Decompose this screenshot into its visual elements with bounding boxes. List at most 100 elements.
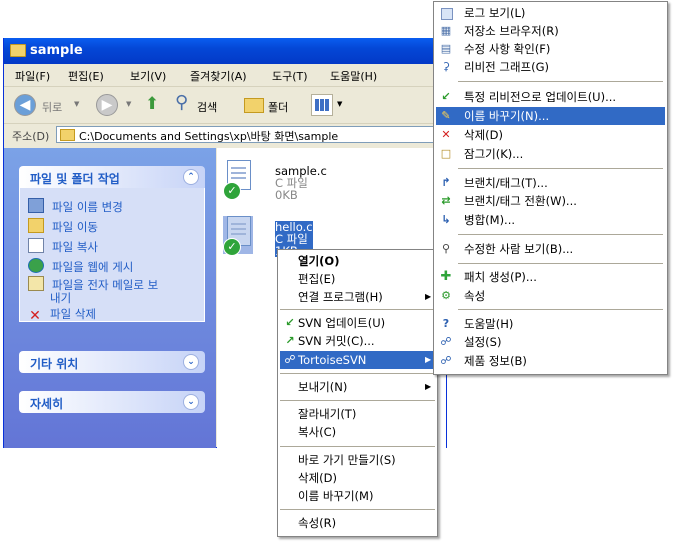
menu-file[interactable]: 파일(F) [15,68,50,84]
search-icon[interactable]: ⚲ [175,92,188,113]
menu-send-to[interactable]: 보내기(N) ▶ [280,378,435,396]
submenu-arrow-icon: ▶ [425,355,432,364]
rename-icon: ✎ [441,109,451,122]
move-icon [28,218,44,233]
lock-icon: □ [440,147,452,160]
c-file-icon[interactable]: ✓ [223,160,253,200]
menu-svn-commit[interactable]: ↗ SVN 커밋(C)... [280,332,435,350]
menu-repo-browser[interactable]: ▦ 저장소 브라우저(R) [436,22,665,40]
address-field[interactable]: C:\Documents and Settings\xp\바탕 화면\sampl… [56,126,442,143]
log-icon [441,8,453,20]
menu-svn-update[interactable]: ↙ SVN 업데이트(U) [280,314,435,332]
tasks-title: 파일 및 폴더 작업 [30,172,120,186]
expand-icon[interactable]: ⌄ [183,354,199,370]
task-email[interactable]: 파일을 전자 메일로 보 내기 [28,276,158,305]
up-folder-icon[interactable]: ⬆ [145,94,159,114]
menu-copy[interactable]: 복사(C) [280,423,435,441]
tasks-list: 파일 이름 변경 파일 이동 파일 복사 파일을 웹에 게시 파일을 전자 메일… [19,188,205,323]
help-icon: ? [442,317,450,330]
details-header[interactable]: 자세히 ⌄ [19,391,205,413]
switch-icon: ⇄ [441,194,451,207]
menu-favorites[interactable]: 즐겨찾기(A) [190,68,247,84]
file-size: 0KB [275,188,298,202]
views-dropdown-icon[interactable]: ▼ [337,100,342,108]
menu-tools[interactable]: 도구(T) [272,68,308,84]
other-places-title: 기타 위치 [30,357,79,371]
delete-icon: ✕ [29,308,41,324]
folder-icon [10,44,26,57]
menu-bar: 파일(F) 편집(E) 보기(V) 즐겨찾기(A) 도구(T) 도움말(H) [4,64,446,87]
window-title: sample [30,43,83,58]
menu-edit[interactable]: 편집(E) [68,68,104,84]
menu-settings[interactable]: ☍ 설정(S) [436,333,665,351]
menu-rename[interactable]: ✎ 이름 바꾸기(N)... [436,107,665,125]
other-places-header[interactable]: 기타 위치 ⌄ [19,351,205,373]
copy-icon [28,238,44,253]
task-copy[interactable]: 파일 복사 [28,238,98,255]
rename-icon [28,198,44,213]
task-rename[interactable]: 파일 이름 변경 [28,198,123,215]
menu-revision-graph[interactable]: ⚳ 리비전 그래프(G) [436,58,665,76]
delete-icon: ✕ [441,128,451,141]
menu-update-to-revision[interactable]: ↙ 특정 리비전으로 업데이트(U)... [436,88,665,106]
repo-browser-icon: ▦ [440,24,452,37]
address-value[interactable]: C:\Documents and Settings\xp\바탕 화면\sampl… [79,128,338,144]
menu-lock[interactable]: □ 잠그기(K)... [436,145,665,163]
context-menu: 열기(O) 편집(E) 연결 프로그램(H) ▶ ↙ SVN 업데이트(U) ↗ SV… [277,249,438,537]
menu-tortoisesvn[interactable]: ☍ TortoiseSVN ▶ [280,351,435,369]
properties-icon: ⚙ [441,289,451,302]
menu-delete[interactable]: 삭제(D) [280,469,435,487]
menu-edit[interactable]: 편집(E) [280,270,435,288]
svn-ok-overlay-icon: ✓ [223,238,241,256]
menu-switch[interactable]: ⇄ 브랜치/태그 전환(W)... [436,192,665,210]
back-dropdown-icon[interactable]: ▼ [74,100,79,108]
back-icon[interactable]: ◀ [14,94,36,116]
menu-open-with[interactable]: 연결 프로그램(H) ▶ [280,288,435,306]
task-move[interactable]: 파일 이동 [28,218,98,235]
forward-icon[interactable]: ▶ [96,94,118,116]
menu-help[interactable]: ? 도움말(H) [436,315,665,333]
menu-properties[interactable]: ⚙ 속성 [436,287,665,305]
menu-open[interactable]: 열기(O) [280,252,435,270]
menu-rename[interactable]: 이름 바꾸기(M) [280,487,435,505]
submenu-arrow-icon: ▶ [425,292,432,301]
task-publish-web[interactable]: 파일을 웹에 게시 [28,258,133,275]
branch-icon: ↱ [441,176,451,189]
menu-show-log[interactable]: 로그 보기(L) [436,4,665,22]
mail-icon [28,276,44,291]
folder-icon [60,129,75,141]
menu-view[interactable]: 보기(V) [130,68,166,84]
update-icon: ↙ [441,90,451,103]
title-bar[interactable]: sample [4,38,446,64]
folders-button[interactable]: 폴더 [268,99,288,115]
c-file-icon[interactable]: ✓ [223,216,253,256]
details-title: 자세히 [30,397,64,411]
menu-create-patch[interactable]: ✚ 패치 생성(P)... [436,268,665,286]
menu-check-modifications[interactable]: ▤ 수정 사항 확인(F) [436,40,665,58]
back-label[interactable]: 뒤로 [42,99,62,115]
menu-blame[interactable]: ⚲ 수정한 사람 보기(B)... [436,240,665,258]
menu-delete[interactable]: ✕ 삭제(D) [436,126,665,144]
submenu-arrow-icon: ▶ [425,382,432,391]
address-bar: 주소(D) C:\Documents and Settings\xp\바탕 화면… [4,124,446,146]
menu-help[interactable]: 도움말(H) [330,68,377,84]
about-icon: ☍ [440,354,452,367]
menu-about[interactable]: ☍ 제품 정보(B) [436,352,665,370]
folders-icon[interactable] [244,98,264,113]
menu-cut[interactable]: 잘라내기(T) [280,405,435,423]
task-delete[interactable]: ✕ 파일 삭제 [28,306,96,323]
menu-merge[interactable]: ↳ 병합(M)... [436,211,665,229]
toolbar: ◀ 뒤로 ▼ ▶ ▼ ⬆ ⚲ 검색 폴더 ▼ [4,87,446,124]
patch-icon: ✚ [440,269,452,284]
file-sample[interactable]: sample.c C 파일 0KB [275,165,327,201]
views-icon[interactable] [311,94,333,116]
file-folder-tasks-header[interactable]: 파일 및 폴더 작업 ⌃ [19,166,205,188]
expand-icon[interactable]: ⌄ [183,394,199,410]
collapse-icon[interactable]: ⌃ [183,169,199,185]
menu-properties[interactable]: 속성(R) [280,514,435,532]
menu-branch-tag[interactable]: ↱ 브랜치/태그(T)... [436,174,665,192]
search-button[interactable]: 검색 [197,99,217,115]
menu-create-shortcut[interactable]: 바로 가기 만들기(S) [280,451,435,469]
forward-dropdown-icon[interactable]: ▼ [126,100,131,108]
svn-update-icon: ↙ [285,316,295,329]
